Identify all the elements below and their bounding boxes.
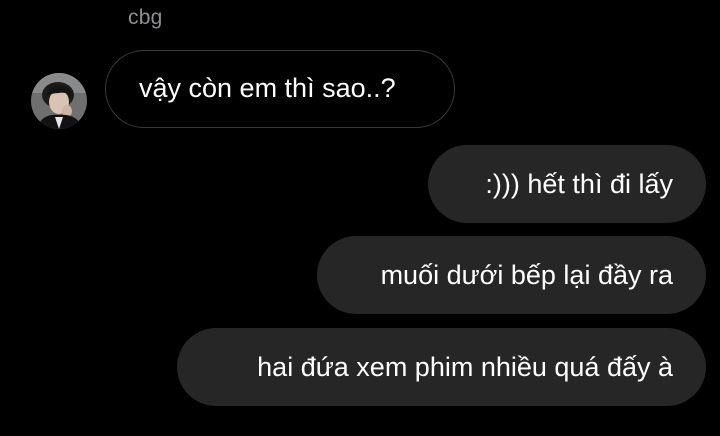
message-bubble-outgoing[interactable]: hai đứa xem phim nhiều quá đấy à [177, 328, 706, 406]
message-bubble-outgoing[interactable]: :))) hết thì đi lấy [428, 145, 706, 223]
message-bubble-incoming[interactable]: vậy còn em thì sao..? [105, 50, 455, 128]
message-text: :))) hết thì đi lấy [485, 169, 673, 199]
avatar-photo [31, 73, 87, 129]
message-text: hai đứa xem phim nhiều quá đấy à [257, 352, 673, 382]
avatar[interactable] [31, 73, 87, 129]
message-text: vậy còn em thì sao..? [139, 73, 396, 103]
message-bubble-outgoing[interactable]: muối dưới bếp lại đầy ra [317, 236, 706, 314]
sender-name: cbg [128, 6, 163, 29]
message-text: muối dưới bếp lại đầy ra [380, 260, 673, 290]
